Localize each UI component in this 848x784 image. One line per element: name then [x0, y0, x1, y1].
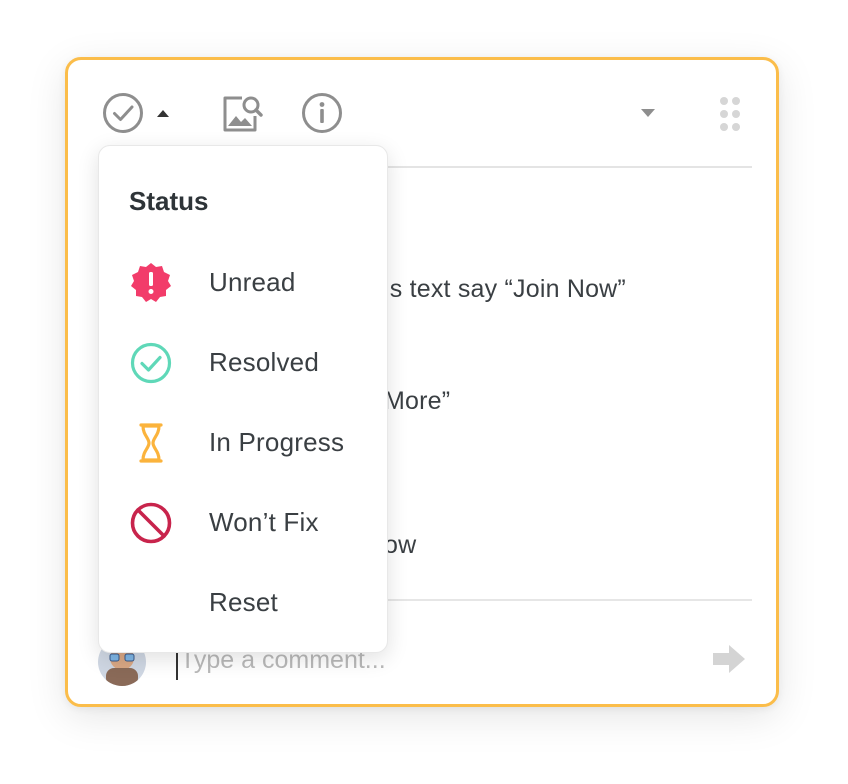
status-option-unread[interactable]: Unread	[99, 249, 389, 313]
caret-up-icon	[157, 110, 169, 117]
status-option-resolved[interactable]: Resolved	[99, 329, 389, 393]
status-option-wont-fix[interactable]: Won’t Fix	[99, 489, 389, 553]
comment-text-line: More”	[384, 387, 451, 415]
page: is text say “Join Now” More” ow Status	[0, 0, 848, 784]
check-circle-icon	[130, 342, 172, 384]
drag-handle-icon[interactable]	[718, 96, 742, 132]
status-option-reset[interactable]: Reset	[99, 569, 389, 633]
status-option-in-progress[interactable]: In Progress	[99, 409, 389, 473]
status-option-label: In Progress	[209, 427, 345, 457]
status-option-label: Won’t Fix	[209, 507, 319, 537]
status-option-label: Resolved	[209, 347, 319, 377]
status-menu: Status Unread Resolved In Progress Won’t…	[98, 145, 388, 653]
status-option-label: Reset	[209, 587, 278, 617]
info-icon[interactable]	[301, 92, 343, 134]
send-arrow-icon[interactable]	[711, 643, 747, 675]
status-menu-title: Status	[129, 186, 209, 216]
caret-down-icon[interactable]	[640, 108, 656, 118]
status-option-label: Unread	[209, 267, 296, 297]
check-circle-icon	[103, 93, 143, 133]
comment-text-line: is text say “Join Now”	[384, 275, 626, 303]
prohibited-icon	[130, 502, 172, 544]
alert-badge-icon	[131, 263, 171, 302]
status-toggle-button[interactable]	[102, 92, 182, 138]
hourglass-icon	[139, 423, 163, 463]
image-search-icon[interactable]	[220, 92, 264, 136]
